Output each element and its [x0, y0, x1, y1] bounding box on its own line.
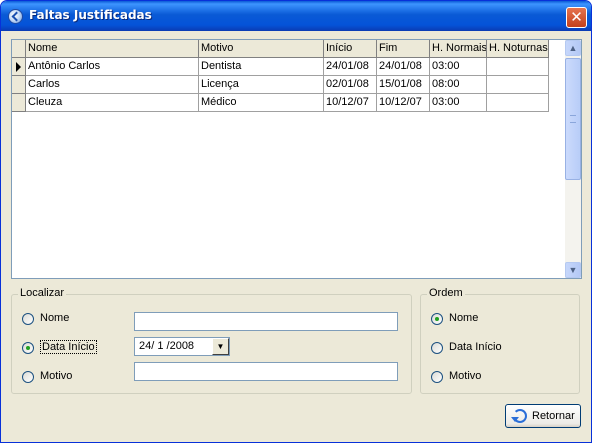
radio-label-motivo: Motivo — [40, 370, 73, 382]
column-header-h-noturnas[interactable]: H. Noturnas — [487, 40, 549, 58]
motivo-search-input[interactable] — [134, 362, 398, 381]
column-header-nome[interactable]: Nome — [26, 40, 199, 58]
return-arrow-icon — [511, 409, 527, 423]
cell-fim[interactable]: 10/12/07 — [377, 94, 430, 112]
header-indicator-cell — [12, 40, 26, 58]
row-indicator-cell — [12, 76, 26, 94]
row-indicator-cell — [12, 94, 26, 112]
ordem-radio-data-inicio[interactable]: Data Início — [431, 340, 571, 356]
cell-h-normais[interactable]: 03:00 — [430, 94, 487, 112]
current-row-arrow-icon — [16, 62, 21, 72]
ordem-radio-nome[interactable]: Nome — [431, 311, 571, 327]
ordem-legend: Ordem — [427, 287, 465, 299]
nome-search-input[interactable] — [134, 312, 398, 331]
radio-button[interactable] — [431, 342, 443, 354]
localizar-legend: Localizar — [18, 287, 67, 299]
cell-nome[interactable]: Carlos — [26, 76, 199, 94]
radio-button-selected[interactable] — [22, 342, 34, 354]
cell-nome[interactable]: Antônio Carlos — [26, 58, 199, 76]
localizar-radio-nome[interactable]: Nome — [22, 311, 122, 327]
chevron-down-icon: ▼ — [568, 265, 578, 275]
radio-label-nome: Nome — [40, 312, 70, 324]
app-circle-icon — [8, 9, 23, 24]
faltas-justificadas-window: Faltas Justificadas ✕ Nome Motivo Início… — [0, 0, 592, 443]
close-button[interactable]: ✕ — [566, 7, 587, 28]
ordem-radio-motivo[interactable]: Motivo — [431, 369, 571, 385]
ordem-group: Ordem Nome Data Início Motivo — [420, 287, 580, 394]
row-indicator-cell — [12, 58, 26, 76]
radio-button[interactable] — [431, 371, 443, 383]
radio-button[interactable] — [22, 313, 34, 325]
radio-button[interactable] — [22, 371, 34, 383]
date-value: 24/ 1 /2008 — [139, 340, 195, 352]
cell-motivo[interactable]: Licença — [199, 76, 324, 94]
cell-h-noturnas[interactable] — [487, 58, 549, 76]
radio-label-data-inicio: Data Início — [40, 340, 97, 354]
localizar-radio-data-inicio[interactable]: Data Início — [22, 340, 122, 356]
scroll-up-button[interactable]: ▲ — [565, 40, 581, 56]
scroll-thumb[interactable] — [565, 58, 581, 180]
cell-motivo[interactable]: Médico — [199, 94, 324, 112]
cell-h-normais[interactable]: 08:00 — [430, 76, 487, 94]
cell-fim[interactable]: 24/01/08 — [377, 58, 430, 76]
cell-fim[interactable]: 15/01/08 — [377, 76, 430, 94]
radio-label-motivo: Motivo — [449, 370, 482, 382]
retornar-label: Retornar — [532, 410, 575, 422]
scroll-down-button[interactable]: ▼ — [565, 262, 581, 278]
retornar-button[interactable]: Retornar — [505, 404, 581, 428]
cell-inicio[interactable]: 10/12/07 — [324, 94, 377, 112]
cell-inicio[interactable]: 02/01/08 — [324, 76, 377, 94]
date-dropdown-button[interactable]: ▼ — [212, 338, 229, 355]
radio-label-data-inicio: Data Início — [449, 341, 502, 353]
grid-vertical-scrollbar[interactable]: ▲ ▼ — [565, 40, 581, 278]
column-header-fim[interactable]: Fim — [377, 40, 430, 58]
column-header-inicio[interactable]: Início — [324, 40, 377, 58]
title-bar: Faltas Justificadas ✕ — [1, 1, 591, 31]
chevron-up-icon: ▲ — [568, 43, 578, 53]
window-title: Faltas Justificadas — [29, 8, 152, 22]
column-header-motivo[interactable]: Motivo — [199, 40, 324, 58]
cell-nome[interactable]: Cleuza — [26, 94, 199, 112]
cell-inicio[interactable]: 24/01/08 — [324, 58, 377, 76]
localizar-radio-motivo[interactable]: Motivo — [22, 369, 122, 385]
column-header-h-normais[interactable]: H. Normais — [430, 40, 487, 58]
localizar-group: Localizar Nome Data Início Motivo 24/ 1 … — [11, 287, 412, 394]
data-inicio-date-picker[interactable]: 24/ 1 /2008 ▼ — [134, 337, 230, 356]
cell-h-noturnas[interactable] — [487, 94, 549, 112]
cell-motivo[interactable]: Dentista — [199, 58, 324, 76]
faltas-grid[interactable]: Nome Motivo Início Fim H. Normais H. Not… — [11, 39, 582, 279]
close-icon: ✕ — [570, 8, 583, 26]
cell-h-normais[interactable]: 03:00 — [430, 58, 487, 76]
radio-button-selected[interactable] — [431, 313, 443, 325]
cell-h-noturnas[interactable] — [487, 76, 549, 94]
radio-label-nome: Nome — [449, 312, 479, 324]
chevron-down-icon: ▼ — [216, 342, 225, 351]
